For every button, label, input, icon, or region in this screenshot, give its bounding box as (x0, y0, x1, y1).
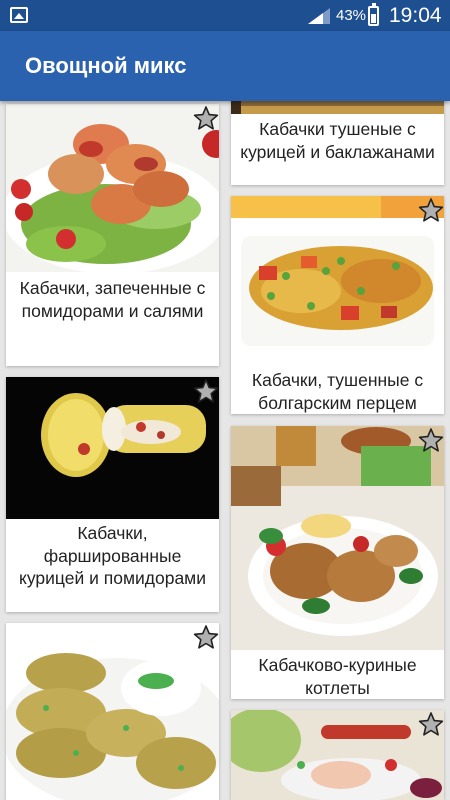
recipe-title: Кабачки, запеченные с помидорами и салям… (19, 278, 206, 321)
recipe-card[interactable]: Кабачки, фаршированные курицей и помидор… (6, 377, 219, 612)
recipe-photo (6, 104, 219, 272)
recipe-photo (6, 623, 219, 800)
status-bar: 43% 19:04 (0, 0, 450, 31)
favorite-star-icon[interactable] (418, 711, 444, 737)
signal-icon (308, 8, 330, 24)
recipe-title: Кабачки тушеные с курицей и баклажанами (240, 119, 435, 162)
recipe-photo (231, 196, 444, 365)
favorite-star-icon[interactable] (418, 427, 444, 453)
gallery-icon (10, 7, 28, 23)
favorite-star-icon[interactable] (193, 105, 219, 131)
clock: 19:04 (389, 4, 442, 27)
recipe-photo (6, 377, 219, 519)
recipe-card[interactable]: Кабачково-куриные котлеты (231, 426, 444, 699)
battery-icon (368, 3, 379, 26)
favorite-star-icon[interactable] (418, 197, 444, 223)
recipe-photo (231, 426, 444, 650)
recipe-card[interactable]: Кабачки тушеные с курицей и баклажанами (231, 96, 444, 185)
app-bar: Овощной микс (0, 31, 450, 101)
battery-percent: 43% (336, 7, 367, 24)
recipe-card[interactable] (231, 710, 444, 800)
recipe-title: Кабачки, фаршированные курицей и помидор… (19, 523, 206, 588)
recipe-card[interactable]: Кабачки, тушенные с болгарским перцем (231, 196, 444, 414)
recipe-card[interactable] (6, 623, 219, 800)
recipe-title: Кабачки, тушенные с болгарским перцем (251, 370, 424, 413)
favorite-star-icon[interactable] (193, 378, 219, 404)
recipe-card[interactable]: Кабачки, запеченные с помидорами и салям… (6, 104, 219, 366)
favorite-star-icon[interactable] (193, 624, 219, 650)
recipe-photo (231, 710, 444, 800)
recipe-title: Кабачково-куриные котлеты (258, 655, 417, 698)
page-title: Овощной микс (25, 53, 187, 78)
